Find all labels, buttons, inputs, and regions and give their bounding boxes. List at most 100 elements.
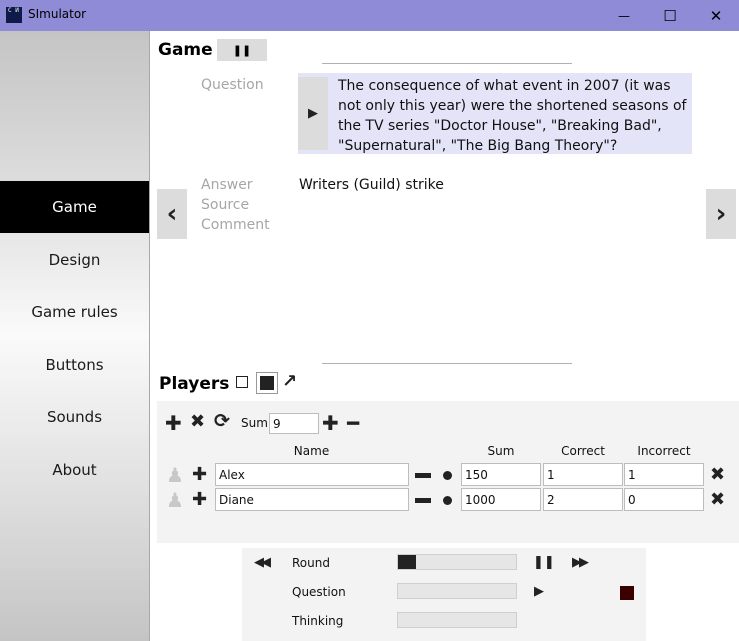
close-button[interactable]: ✕ (693, 0, 739, 31)
sum-minus-button[interactable]: ━ (347, 411, 359, 435)
column-header-sum: Sum (487, 444, 515, 458)
plus-icon: ✚ (192, 489, 208, 510)
sidebar-item-label: About (52, 461, 97, 479)
maximize-button[interactable]: ☐ (647, 0, 693, 31)
sum-plus-button[interactable]: ✚ (322, 411, 339, 435)
divider (322, 363, 572, 364)
subtract-score-button[interactable] (415, 498, 431, 503)
sidebar-item-design[interactable]: Design (0, 234, 149, 286)
sidebar-item-game[interactable]: Game (0, 181, 149, 233)
thinking-timer-label: Thinking (292, 614, 344, 628)
answer-label: Answer (201, 177, 253, 193)
plus-icon: ✚ (192, 464, 208, 485)
play-button[interactable]: ▶ (534, 584, 544, 599)
question-progress (397, 583, 517, 599)
view-empty-square-button[interactable] (236, 376, 248, 388)
sidebar: Game Design Game rules Buttons Sounds Ab… (0, 31, 150, 641)
player-correct-input[interactable] (543, 488, 623, 511)
chevron-left-icon: ‹ (166, 199, 178, 229)
game-pause-button[interactable]: ❚❚ (217, 39, 267, 61)
select-player-dot[interactable] (443, 471, 452, 480)
sidebar-item-label: Game (52, 198, 97, 216)
sidebar-item-sounds[interactable]: Sounds (0, 391, 149, 443)
column-header-correct: Correct (561, 444, 605, 458)
arrow-up-right-icon[interactable]: ↗ (282, 371, 297, 392)
sidebar-item-label: Buttons (45, 356, 104, 374)
add-player-button[interactable]: ✚ (165, 411, 182, 435)
app-icon: С И (6, 7, 22, 23)
divider (322, 63, 572, 64)
title-bar: С И SImulator — ☐ ✕ (0, 0, 739, 31)
column-header-name: Name (293, 444, 330, 458)
sidebar-item-about[interactable]: About (0, 444, 149, 496)
add-score-button[interactable]: ✚ (192, 464, 207, 485)
sum-label: Sum (241, 416, 268, 430)
stop-button[interactable] (620, 586, 634, 600)
player-incorrect-input[interactable] (624, 488, 704, 511)
pause-icon: ❚❚ (232, 43, 252, 57)
player-sum-input[interactable] (461, 488, 541, 511)
source-label: Source (201, 197, 250, 213)
sidebar-item-label: Design (48, 251, 101, 269)
rewind-button[interactable]: ◀◀ (254, 555, 271, 570)
remove-all-button[interactable]: ✖ (190, 411, 205, 432)
add-score-button[interactable]: ✚ (192, 489, 207, 510)
players-panel: ✚ ✖ ⟳ Sum ✚ ━ Name Sum Correct Incorrect… (157, 401, 739, 543)
play-icon: ▶ (534, 584, 544, 599)
minimize-icon: — (618, 8, 630, 23)
pause-icon: ❚❚ (533, 555, 555, 570)
round-label: Round (292, 556, 330, 570)
sum-input[interactable] (269, 413, 319, 434)
sidebar-item-label: Sounds (46, 408, 103, 426)
view-filled-square-button[interactable] (256, 372, 278, 394)
play-question-button[interactable]: ▶ (298, 77, 328, 150)
refresh-icon: ⟳ (214, 410, 230, 432)
players-title: Players (159, 374, 230, 394)
game-title: Game (158, 40, 213, 60)
fast-forward-icon: ▶▶ (572, 555, 589, 570)
player-name-input[interactable] (215, 463, 409, 486)
select-player-dot[interactable] (443, 496, 452, 505)
maximize-icon: ☐ (663, 6, 677, 25)
main-content: Game ❚❚ Question ▶ The consequence of wh… (150, 31, 739, 641)
round-progress (397, 554, 517, 570)
comment-label: Comment (201, 217, 270, 233)
chevron-right-icon: › (715, 199, 727, 229)
refresh-button[interactable]: ⟳ (214, 410, 230, 432)
sidebar-item-label: Game rules (31, 303, 118, 321)
plus-icon: ✚ (165, 411, 182, 435)
column-header-incorrect: Incorrect (637, 444, 691, 458)
next-question-button[interactable]: › (706, 189, 736, 239)
answer-text: Writers (Guild) strike (299, 177, 444, 193)
window-title: SImulator (28, 7, 87, 21)
question-box: ▶ The consequence of what event in 2007 … (298, 73, 692, 154)
fast-forward-button[interactable]: ▶▶ (572, 555, 589, 570)
close-icon: ✖ (710, 464, 726, 485)
player-name-input[interactable] (215, 488, 409, 511)
pawn-icon[interactable]: ♟ (166, 488, 184, 512)
question-label: Question (201, 77, 264, 93)
filled-square-icon (260, 376, 274, 390)
rewind-icon: ◀◀ (254, 555, 271, 570)
player-incorrect-input[interactable] (624, 463, 704, 486)
pawn-icon[interactable]: ♟ (166, 463, 184, 487)
playback-panel: ◀◀ Round ❚❚ ▶▶ Question ▶ Thinking (242, 548, 646, 641)
close-icon: ✕ (709, 6, 723, 25)
subtract-score-button[interactable] (415, 473, 431, 478)
sidebar-item-game-rules[interactable]: Game rules (0, 286, 149, 338)
pause-button[interactable]: ❚❚ (533, 555, 555, 570)
player-correct-input[interactable] (543, 463, 623, 486)
delete-player-button[interactable]: ✖ (710, 464, 725, 485)
player-sum-input[interactable] (461, 463, 541, 486)
question-text: The consequence of what event in 2007 (i… (338, 78, 687, 154)
delete-player-button[interactable]: ✖ (710, 489, 725, 510)
round-progress-fill (398, 555, 416, 569)
prev-question-button[interactable]: ‹ (157, 189, 187, 239)
minus-icon: ━ (347, 411, 360, 435)
thinking-progress (397, 612, 517, 628)
minimize-button[interactable]: — (601, 0, 647, 31)
question-timer-label: Question (292, 585, 346, 599)
close-icon: ✖ (190, 411, 206, 432)
play-icon: ▶ (308, 106, 318, 121)
sidebar-item-buttons[interactable]: Buttons (0, 339, 149, 391)
